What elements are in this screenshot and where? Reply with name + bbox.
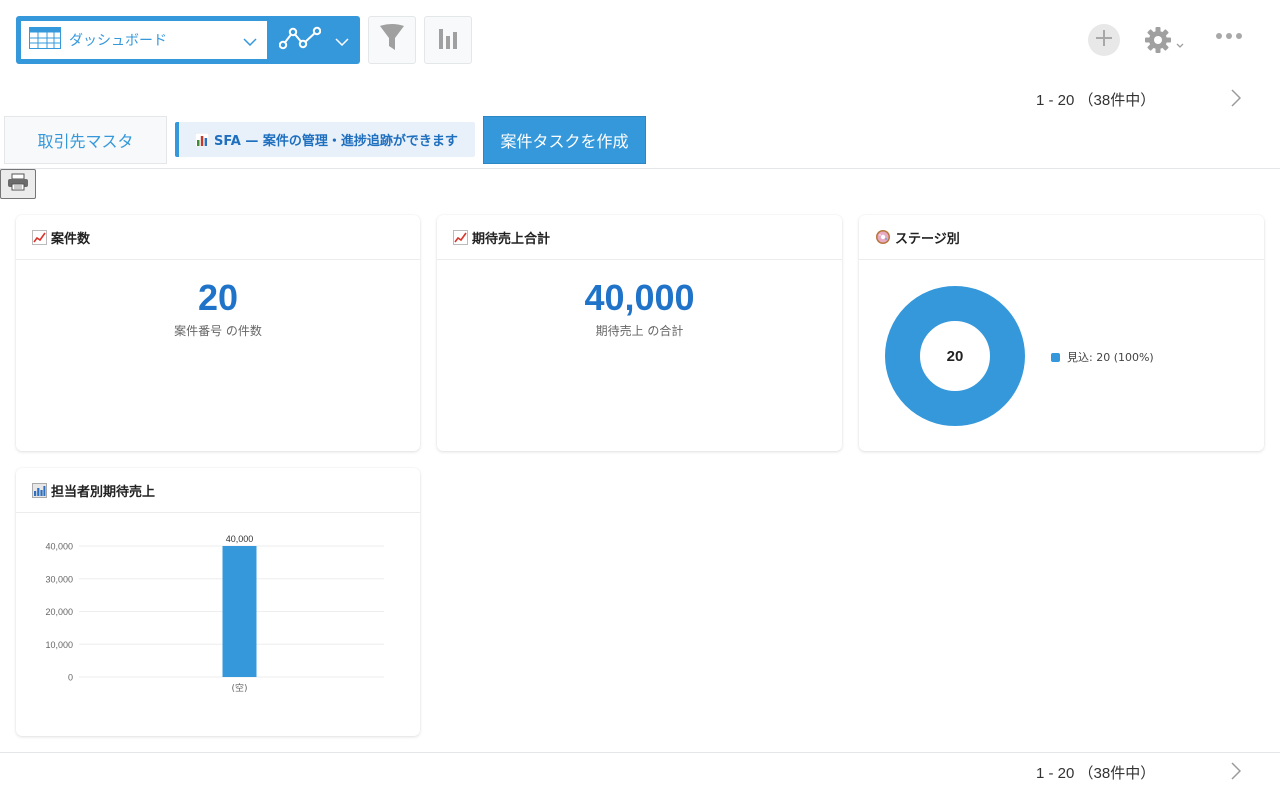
card-header: ステージ別	[859, 215, 1264, 260]
more-dot-icon	[1236, 33, 1242, 39]
chevron-down-icon	[243, 31, 257, 50]
bar-chart-icon	[195, 132, 209, 147]
table-icon	[29, 27, 61, 53]
expected-revenue-value: 40,000	[584, 277, 695, 318]
x-tick-label: (空)	[231, 682, 247, 694]
expected-revenue-card: 期待売上合計 40,000 期待売上 の合計	[437, 215, 842, 451]
next-page-button[interactable]	[1231, 89, 1242, 111]
deal-count-value: 20	[197, 277, 239, 318]
more-dot-icon	[1216, 33, 1222, 39]
y-tick-label: 20,000	[45, 607, 73, 617]
bar-data-label: 40,000	[226, 534, 254, 544]
graph-icon	[278, 25, 322, 55]
card-title: ステージ別	[895, 231, 960, 247]
stage-card: ステージ別 20 見込: 20 (100%)	[859, 215, 1264, 451]
filter-button[interactable]	[368, 16, 416, 64]
print-button[interactable]	[0, 169, 36, 199]
view-label: ダッシュボード	[69, 33, 167, 49]
deal-count-card: 案件数 20 案件番号 の件数	[16, 215, 420, 451]
printer-icon	[7, 173, 29, 195]
sfa-banner-text: SFA — 案件の管理・進捗追跡ができます	[214, 134, 458, 149]
chart-increasing-icon	[32, 229, 47, 245]
card-header: 期待売上合計	[437, 215, 842, 260]
pager-bottom: 1 - 20 （38件中）	[1036, 762, 1155, 783]
stage-legend: 見込: 20 (100%)	[1051, 349, 1154, 365]
legend-label: 見込: 20 (100%)	[1067, 351, 1154, 364]
tab-label: 取引先マスタ	[37, 132, 134, 151]
y-tick-label: 40,000	[45, 542, 73, 552]
add-record-button[interactable]	[1088, 24, 1120, 56]
revenue-bar-chart: 0 10,000 20,000 30,000 40,000 40,000 (空)	[45, 534, 384, 694]
pager-range: 1 - 20	[1036, 92, 1075, 109]
filter-icon	[379, 24, 405, 56]
pager-count: （38件中）	[1078, 765, 1156, 782]
chevron-down-icon	[1176, 33, 1184, 52]
bar	[222, 546, 257, 677]
divider	[0, 752, 1280, 753]
divider	[0, 168, 1280, 169]
button-label: 案件タスクを作成	[500, 132, 629, 151]
graph-settings-button[interactable]	[424, 16, 472, 64]
card-header: 案件数	[16, 215, 420, 260]
more-dot-icon	[1226, 33, 1232, 39]
next-page-button[interactable]	[1231, 762, 1242, 784]
y-tick-label: 0	[68, 673, 73, 683]
chevron-down-icon	[335, 31, 349, 50]
gear-icon	[1144, 26, 1172, 58]
bar-chart-icon	[32, 482, 47, 498]
create-deal-task-button[interactable]: 案件タスクを作成	[483, 116, 646, 164]
deal-count-label: 案件番号 の件数	[174, 324, 262, 338]
pager-count: （38件中）	[1078, 92, 1156, 109]
chevron-right-icon	[1231, 89, 1242, 111]
tab-customer-master[interactable]: 取引先マスタ	[4, 116, 167, 164]
card-header: 担当者別期待売上	[16, 468, 420, 513]
donut-icon	[875, 229, 891, 245]
legend-swatch	[1051, 352, 1060, 362]
chevron-right-icon	[1231, 762, 1242, 784]
y-tick-label: 10,000	[45, 640, 73, 650]
pager-range: 1 - 20	[1036, 765, 1075, 782]
expected-revenue-label: 期待売上 の合計	[595, 324, 684, 338]
sfa-info-banner: SFA — 案件の管理・進捗追跡ができます	[175, 122, 475, 157]
view-dropdown[interactable]: ダッシュボード	[21, 21, 267, 59]
card-title: 期待売上合計	[472, 231, 551, 247]
revenue-by-owner-card: 担当者別期待売上 0 10,000 20,000 30,000 40,000 40,000…	[16, 468, 420, 736]
donut-center-label: 20	[947, 348, 964, 365]
more-options-button[interactable]	[1216, 33, 1242, 39]
y-tick-label: 30,000	[45, 574, 73, 584]
bar-chart-icon	[438, 27, 458, 53]
card-title: 担当者別期待売上	[51, 484, 156, 500]
settings-button[interactable]	[1144, 26, 1184, 58]
chart-increasing-icon	[453, 229, 468, 245]
pager-top: 1 - 20 （38件中）	[1036, 89, 1155, 110]
graph-view-button[interactable]	[270, 21, 358, 59]
card-title: 案件数	[51, 231, 91, 247]
plus-icon	[1095, 29, 1113, 51]
